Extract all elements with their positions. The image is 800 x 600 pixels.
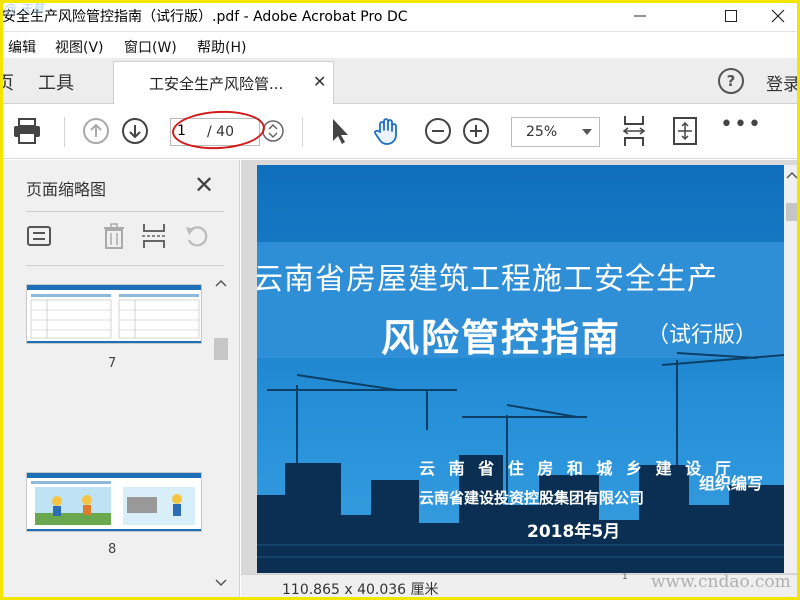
rotate-page-button[interactable] bbox=[183, 222, 211, 250]
thumbnail-page-number: 7 bbox=[108, 356, 117, 371]
menu-help[interactable]: 帮助(H) bbox=[197, 37, 246, 57]
organization-suffix: 组织编写 bbox=[699, 474, 764, 493]
thumbnail-panel: 页面缩略图 ✕ 7 8 bbox=[0, 160, 240, 600]
chevron-down-icon bbox=[582, 129, 592, 135]
scroll-up-icon bbox=[786, 171, 798, 179]
window-title: 安全生产风险管控指南（试行版）.pdf - Adobe Acrobat Pro … bbox=[2, 9, 408, 25]
tab-document-label: 工安全生产风险管... bbox=[149, 75, 284, 93]
close-icon bbox=[771, 9, 785, 22]
panel-divider bbox=[26, 265, 224, 266]
minus-circle-icon bbox=[425, 118, 451, 144]
fit-width-icon bbox=[622, 116, 646, 146]
site-watermark: www.cndao.com bbox=[651, 572, 791, 592]
document-title-suffix: （试行版） bbox=[647, 323, 758, 348]
zoom-in-button[interactable] bbox=[461, 116, 491, 146]
toolbar-divider bbox=[302, 117, 303, 147]
scroll-up-icon bbox=[215, 279, 227, 287]
panel-title: 页面缩略图 bbox=[26, 180, 107, 199]
delete-page-button[interactable] bbox=[100, 222, 128, 250]
document-title-line-1: 云南省房屋建筑工程施工安全生产 bbox=[257, 262, 718, 297]
publication-date: 2018年5月 bbox=[527, 522, 621, 542]
page-dimensions: 110.865 x 40.036 厘米 bbox=[282, 582, 439, 598]
next-page-button[interactable] bbox=[120, 116, 150, 146]
title-bar: 安全生产风险管控指南（试行版）.pdf - Adobe Acrobat Pro … bbox=[0, 0, 800, 32]
thumbnail-image bbox=[27, 473, 201, 531]
toolbar: / 40 25% bbox=[0, 104, 800, 159]
options-menu-icon bbox=[27, 226, 51, 246]
select-tool-button[interactable] bbox=[325, 116, 355, 146]
split-page-button[interactable] bbox=[140, 222, 168, 250]
fit-page-icon bbox=[673, 117, 697, 145]
more-options-icon[interactable]: ••• bbox=[720, 112, 762, 137]
cursor-arrow-icon bbox=[333, 119, 348, 144]
split-icon bbox=[142, 224, 166, 248]
page-thumbnail[interactable] bbox=[26, 284, 202, 344]
minimize-button[interactable] bbox=[617, 0, 663, 31]
corner-watermark: @ 天草 bbox=[4, 2, 44, 16]
print-button[interactable] bbox=[12, 116, 42, 146]
page-thumbnail[interactable] bbox=[26, 472, 202, 532]
thumbnail-image bbox=[27, 285, 201, 343]
thumbnail-options-button[interactable] bbox=[26, 222, 54, 250]
panel-divider bbox=[26, 211, 224, 212]
thumbnail-page-number: 8 bbox=[108, 542, 117, 557]
scrollbar-thumb[interactable] bbox=[214, 338, 228, 360]
tab-document[interactable]: 工安全生产风险管... ✕ bbox=[113, 61, 334, 104]
help-icon[interactable]: ? bbox=[718, 68, 744, 94]
menu-window[interactable]: 窗口(W) bbox=[124, 37, 177, 57]
plus-circle-icon bbox=[463, 118, 489, 144]
ruler-tick: 1 bbox=[622, 572, 628, 582]
organization-line-1: 云 南 省 住 房 和 城 乡 建 设 厅 bbox=[419, 459, 735, 478]
tab-home[interactable]: 页 bbox=[0, 69, 14, 95]
menu-edit[interactable]: 编辑 bbox=[8, 37, 36, 57]
zoom-value: 25% bbox=[526, 124, 558, 140]
organization-line-2: 云南省建设投资控股集团有限公司 bbox=[419, 489, 645, 507]
scroll-down-icon bbox=[215, 579, 227, 587]
thumbnail-scrollbar[interactable] bbox=[212, 275, 228, 600]
toolbar-divider bbox=[64, 117, 65, 147]
zoom-select[interactable]: 25% bbox=[511, 117, 600, 147]
hand-icon bbox=[374, 118, 397, 145]
stepper-icon bbox=[262, 120, 284, 142]
tab-close-icon[interactable]: ✕ bbox=[313, 72, 326, 91]
hand-tool-button[interactable] bbox=[372, 116, 402, 146]
menu-view[interactable]: 视图(V) bbox=[55, 37, 104, 57]
minimize-icon bbox=[634, 15, 646, 16]
menu-bar: 编辑 视图(V) 窗口(W) 帮助(H) bbox=[0, 32, 800, 58]
maximize-button[interactable] bbox=[708, 0, 754, 31]
rotate-icon bbox=[186, 226, 208, 247]
print-icon bbox=[14, 118, 40, 144]
document-page: 云南省房屋建筑工程施工安全生产 风险管控指南 （试行版） 云 南 省 住 房 和… bbox=[257, 165, 785, 573]
arrow-down-icon bbox=[122, 118, 148, 144]
prev-page-button[interactable] bbox=[81, 116, 111, 146]
document-scrollbar[interactable] bbox=[784, 165, 800, 573]
tab-tools[interactable]: 工具 bbox=[38, 69, 74, 95]
document-view: 云南省房屋建筑工程施工安全生产 风险管控指南 （试行版） 云 南 省 住 房 和… bbox=[241, 160, 800, 600]
scrollbar-thumb[interactable] bbox=[786, 203, 798, 221]
arrow-up-icon bbox=[83, 118, 109, 144]
maximize-icon bbox=[725, 9, 737, 22]
document-title-line-2: 风险管控指南 bbox=[381, 316, 622, 360]
fit-page-button[interactable] bbox=[670, 116, 700, 146]
close-window-button[interactable] bbox=[755, 0, 800, 31]
panel-close-icon[interactable]: ✕ bbox=[194, 171, 214, 199]
tab-bar: 页 工具 工安全生产风险管... ✕ ? 登录 bbox=[0, 58, 800, 104]
fit-width-button[interactable] bbox=[619, 116, 649, 146]
trash-icon bbox=[104, 223, 124, 249]
login-link[interactable]: 登录 bbox=[766, 70, 800, 95]
zoom-out-button[interactable] bbox=[423, 116, 453, 146]
